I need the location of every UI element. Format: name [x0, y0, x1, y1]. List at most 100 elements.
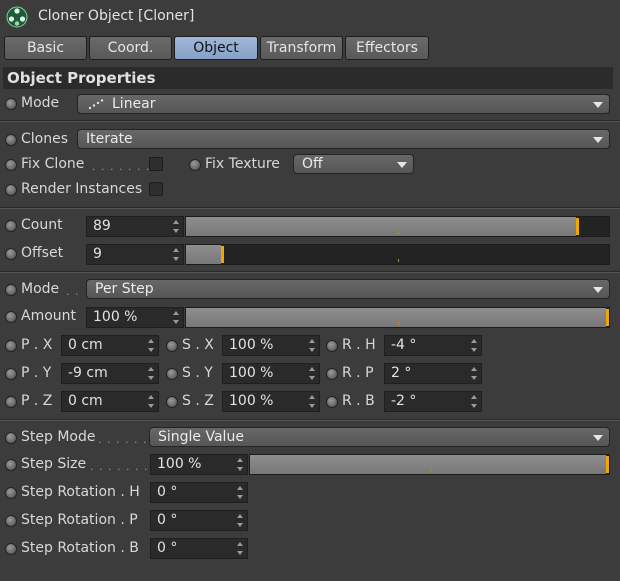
spinner-arrows-icon[interactable] [237, 514, 244, 527]
tab-effectors[interactable]: Effectors [345, 36, 429, 60]
mode-label: Mode [21, 95, 60, 111]
clones-animate-radio[interactable] [5, 134, 17, 146]
scale-y-animate-radio[interactable] [166, 368, 178, 380]
mode2-animate-radio[interactable] [5, 284, 17, 296]
spinner-arrows-icon[interactable] [309, 367, 316, 380]
rotation-h-animate-radio[interactable] [326, 340, 338, 352]
clones-dropdown[interactable]: Iterate [77, 129, 610, 149]
spinner-arrows-icon[interactable] [173, 220, 180, 233]
position-y-animate-radio[interactable] [5, 368, 17, 380]
divider [0, 420, 620, 421]
tab-coord[interactable]: Coord. [89, 36, 172, 60]
position-x-animate-radio[interactable] [5, 340, 17, 352]
scale-z-value: 100 % [229, 393, 274, 409]
position-z-input[interactable]: 0 cm [61, 391, 159, 412]
fix-clone-checkbox[interactable] [149, 157, 163, 171]
slider-handle[interactable] [606, 309, 609, 326]
spinner-arrows-icon[interactable] [471, 339, 478, 352]
rotation-p-animate-radio[interactable] [326, 368, 338, 380]
spinner-arrows-icon[interactable] [237, 458, 244, 471]
spinner-arrows-icon[interactable] [471, 395, 478, 408]
step-size-animate-radio[interactable] [5, 459, 17, 471]
rotation-p-value: 2 ° [391, 365, 412, 381]
slider-handle[interactable] [576, 218, 579, 235]
count-slider[interactable] [185, 216, 610, 237]
spinner-arrows-icon[interactable] [173, 248, 180, 261]
scale-z-input[interactable]: 100 % [222, 391, 320, 412]
position-y-input[interactable]: -9 cm [61, 363, 159, 384]
slider-tick [430, 469, 431, 472]
section-header-object-properties: Object Properties [3, 67, 613, 89]
position-x-input[interactable]: 0 cm [61, 335, 159, 356]
step-rotation-h-animate-radio[interactable] [5, 487, 17, 499]
step-rotation-h-input[interactable]: 0 ° [150, 482, 248, 503]
step-rotation-b-input[interactable]: 0 ° [150, 538, 248, 559]
offset-input[interactable]: 9 [86, 244, 184, 265]
spinner-arrows-icon[interactable] [309, 339, 316, 352]
position-x-label: P . X [21, 337, 53, 353]
mode-dropdown[interactable]: Linear [77, 94, 610, 114]
step-mode-value: Single Value [158, 429, 244, 445]
divider [0, 121, 620, 122]
spinner-arrows-icon[interactable] [471, 367, 478, 380]
fix-texture-dropdown[interactable]: Off [293, 154, 414, 174]
step-rotation-p-label: Step Rotation . P [21, 512, 138, 528]
mode2-dots: . . [66, 285, 80, 298]
mode2-dropdown[interactable]: Per Step [86, 279, 610, 299]
rotation-b-animate-radio[interactable] [326, 396, 338, 408]
slider-fill [250, 455, 606, 474]
scale-x-animate-radio[interactable] [166, 340, 178, 352]
step-rotation-b-value: 0 ° [157, 540, 178, 556]
step-size-slider[interactable] [249, 454, 610, 475]
step-rotation-p-input[interactable]: 0 ° [150, 510, 248, 531]
step-mode-dropdown[interactable]: Single Value [149, 427, 610, 447]
slider-handle[interactable] [606, 456, 609, 473]
tab-transform[interactable]: Transform [260, 36, 343, 60]
spinner-arrows-icon[interactable] [237, 542, 244, 555]
fix-texture-animate-radio[interactable] [189, 159, 201, 171]
rotation-b-value: -2 ° [391, 393, 417, 409]
fix-clone-animate-radio[interactable] [5, 159, 17, 171]
rotation-h-input[interactable]: -4 ° [384, 335, 482, 356]
tab-basic[interactable]: Basic [4, 36, 87, 60]
offset-slider[interactable] [185, 244, 610, 265]
slider-handle[interactable] [221, 246, 224, 263]
amount-animate-radio[interactable] [5, 311, 17, 323]
spinner-arrows-icon[interactable] [309, 395, 316, 408]
scale-y-input[interactable]: 100 % [222, 363, 320, 384]
spinner-arrows-icon[interactable] [148, 339, 155, 352]
spinner-arrows-icon[interactable] [173, 311, 180, 324]
slider-fill [186, 308, 606, 327]
count-input[interactable]: 89 [86, 216, 184, 237]
amount-value: 100 % [93, 309, 138, 325]
spinner-arrows-icon[interactable] [237, 486, 244, 499]
position-z-animate-radio[interactable] [5, 396, 17, 408]
chevron-down-icon [397, 162, 407, 168]
mode-value: Linear [112, 96, 156, 112]
position-y-label: P . Y [21, 365, 52, 381]
count-animate-radio[interactable] [5, 220, 17, 232]
rotation-p-input[interactable]: 2 ° [384, 363, 482, 384]
divider [0, 272, 620, 273]
tab-object[interactable]: Object [174, 36, 258, 60]
chevron-down-icon [593, 287, 603, 293]
scale-x-input[interactable]: 100 % [222, 335, 320, 356]
step-rotation-p-animate-radio[interactable] [5, 515, 17, 527]
step-size-input[interactable]: 100 % [150, 454, 248, 475]
offset-animate-radio[interactable] [5, 248, 17, 260]
mode-animate-radio[interactable] [5, 98, 17, 110]
chevron-down-icon [593, 435, 603, 441]
render-instances-checkbox[interactable] [149, 182, 163, 196]
window-title: Cloner Object [Cloner] [38, 8, 195, 24]
step-mode-animate-radio[interactable] [5, 432, 17, 444]
amount-slider[interactable] [185, 307, 610, 328]
spinner-arrows-icon[interactable] [148, 395, 155, 408]
rotation-b-input[interactable]: -2 ° [384, 391, 482, 412]
spinner-arrows-icon[interactable] [148, 367, 155, 380]
step-rotation-b-animate-radio[interactable] [5, 543, 17, 555]
scale-z-animate-radio[interactable] [166, 396, 178, 408]
render-instances-animate-radio[interactable] [5, 184, 17, 196]
amount-input[interactable]: 100 % [86, 307, 184, 328]
fix-clone-label: Fix Clone [21, 156, 85, 172]
position-x-value: 0 cm [68, 337, 103, 353]
